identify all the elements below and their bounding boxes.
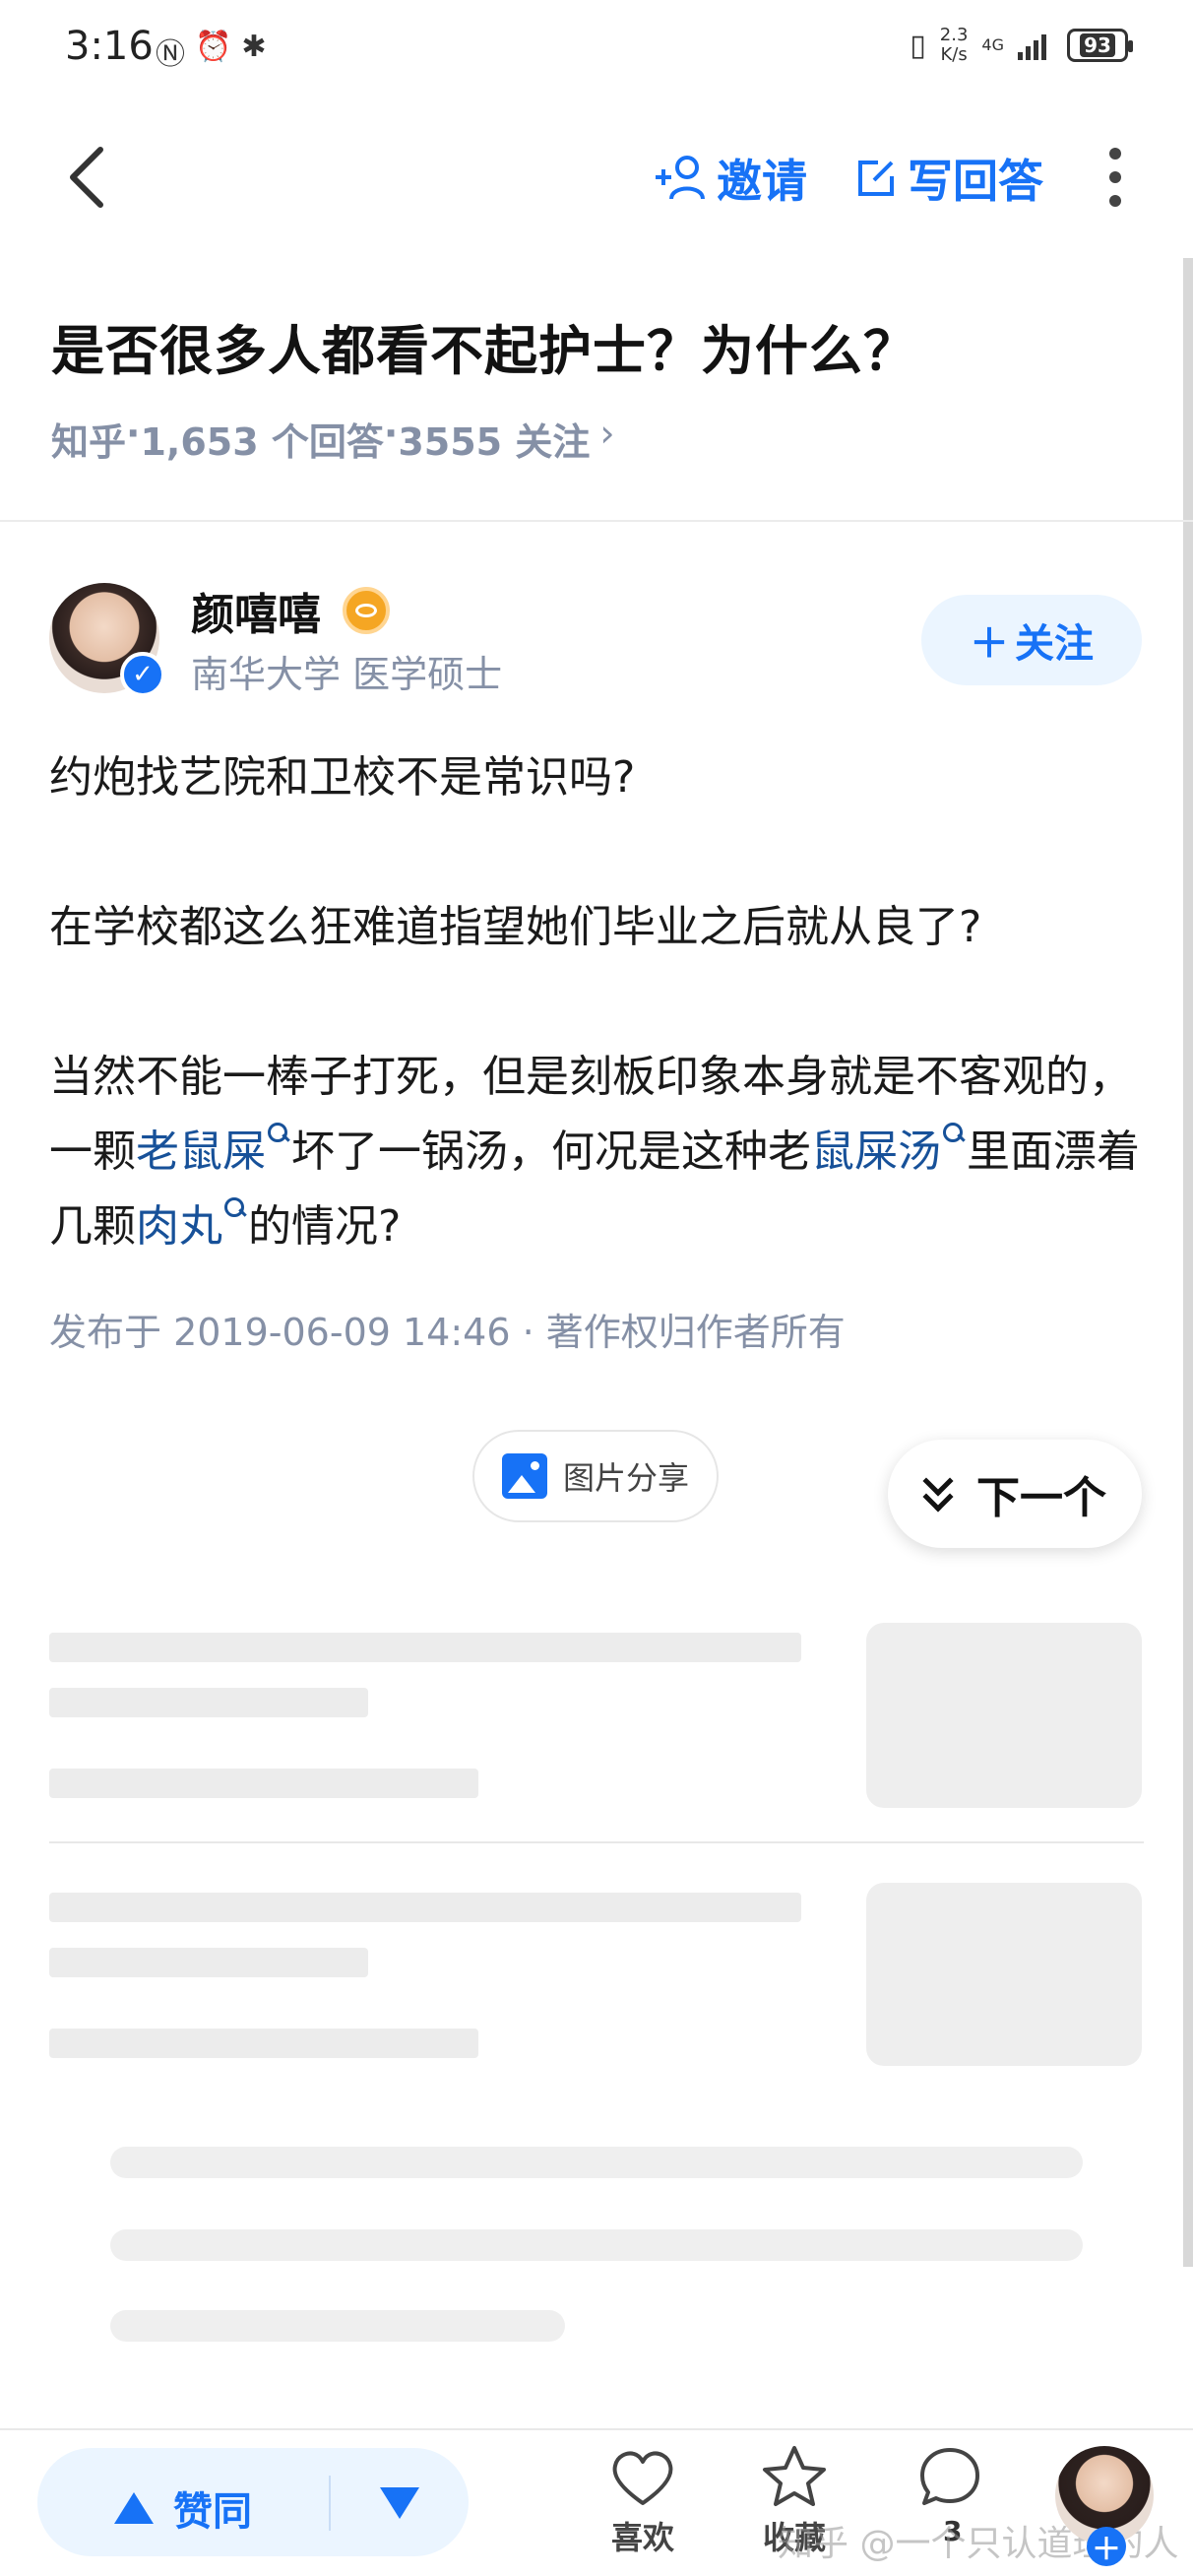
keyword-link[interactable]: 鼠屎汤 bbox=[811, 1127, 941, 1177]
answer-body: 约炮找艺院和卫校不是常识吗? 在学校都这么狂难道指望她们毕业之后就从良了? 当然… bbox=[49, 741, 1144, 1264]
answer-paragraph: 在学校都这么狂难道指望她们毕业之后就从良了? bbox=[49, 902, 982, 952]
question-title[interactable]: 是否很多人都看不起护士？为什么？ bbox=[51, 307, 917, 385]
signal-4g-label: 4G bbox=[981, 35, 1004, 54]
status-time: 3:16 bbox=[65, 24, 154, 69]
signal-icon bbox=[1018, 34, 1046, 60]
bottom-bar-divider bbox=[0, 2428, 1193, 2430]
vibrate-icon: ▯ bbox=[910, 28, 926, 63]
keyword-link[interactable]: 老鼠屎 bbox=[136, 1127, 266, 1177]
author-name[interactable]: 颜嘻嘻 bbox=[191, 579, 321, 642]
upvote-label: 赞同 bbox=[173, 2489, 252, 2535]
net-speed-value: 2.3 bbox=[939, 25, 969, 45]
like-button[interactable]: 喜欢 bbox=[589, 2442, 697, 2558]
skeleton-line bbox=[49, 1769, 478, 1798]
skeleton-line bbox=[49, 1688, 368, 1717]
publish-info: 发布于 2019-06-09 14:46 · 著作权归作者所有 bbox=[49, 1311, 846, 1354]
image-share-button[interactable]: 图片分享 bbox=[472, 1430, 719, 1522]
alarm-icon: ⏰ bbox=[195, 30, 232, 64]
follow-plus-icon[interactable]: ＋ bbox=[1087, 2527, 1126, 2567]
bluetooth-icon: ✱ bbox=[241, 30, 267, 64]
vote-group: 赞同 bbox=[37, 2448, 469, 2556]
search-icon bbox=[266, 1121, 291, 1150]
skeleton-line bbox=[49, 2029, 478, 2058]
net-speed: 2.3 K/s bbox=[940, 26, 969, 65]
follow-label: 关注 bbox=[1015, 621, 1094, 667]
back-arrow-icon[interactable] bbox=[49, 138, 128, 217]
answer-text: 的情况? bbox=[248, 1201, 402, 1252]
vote-separator bbox=[329, 2476, 331, 2531]
status-bar: 3:16 Ⓝ ⏰ ✱ ▯ 2.3 K/s 4G 93 bbox=[0, 0, 1193, 98]
skeleton-line bbox=[110, 2147, 1083, 2178]
battery-level: 93 bbox=[1080, 33, 1115, 57]
next-label: 下一个 bbox=[976, 1473, 1106, 1523]
status-left-icons: Ⓝ ⏰ ✱ bbox=[156, 30, 267, 73]
invite-button[interactable]: 邀请 bbox=[654, 146, 807, 211]
upvote-button[interactable]: 赞同 bbox=[114, 2479, 252, 2537]
image-icon bbox=[501, 1453, 547, 1499]
write-answer-label: 写回答 bbox=[908, 155, 1043, 208]
author-badge-icon bbox=[343, 587, 390, 634]
follower-count: 3555 关注 bbox=[398, 420, 591, 464]
skeleton-divider bbox=[49, 1841, 1144, 1843]
skeleton-line bbox=[49, 1948, 368, 1977]
comment-button[interactable] bbox=[896, 2442, 1004, 2513]
battery-icon: 93 bbox=[1067, 29, 1133, 62]
heart-icon bbox=[612, 2451, 673, 2505]
section-divider bbox=[0, 520, 1193, 522]
comment-icon bbox=[920, 2448, 979, 2505]
skeleton-line bbox=[110, 2229, 1083, 2261]
skeleton-thumbnail bbox=[866, 1883, 1142, 2066]
skeleton-thumbnail bbox=[866, 1623, 1142, 1808]
invite-label: 邀请 bbox=[717, 155, 807, 208]
plus-icon: ＋ bbox=[970, 621, 1009, 667]
answer-text: 坏了一锅汤，何况是这种老 bbox=[291, 1127, 811, 1177]
question-meta[interactable]: 知乎 · 1,653 个回答 · 3555 关注 › bbox=[51, 412, 615, 466]
like-label: 喜欢 bbox=[610, 2519, 674, 2556]
status-right-icons: ▯ 2.3 K/s 4G 93 bbox=[910, 26, 1133, 65]
skeleton-line bbox=[49, 1633, 801, 1662]
chevron-right-icon: › bbox=[599, 412, 615, 455]
star-icon bbox=[763, 2446, 826, 2506]
add-user-icon bbox=[656, 156, 705, 200]
skeleton-line bbox=[49, 1893, 801, 1922]
answer-count: 1,653 个回答 bbox=[140, 420, 384, 464]
meta-separator: · bbox=[126, 412, 141, 455]
author-description: 南华大学 医学硕士 bbox=[191, 653, 503, 696]
search-icon bbox=[222, 1195, 248, 1225]
verified-icon: ✓ bbox=[120, 652, 165, 697]
follow-button[interactable]: ＋ 关注 bbox=[921, 595, 1142, 685]
net-speed-unit: K/s bbox=[940, 44, 968, 65]
search-icon bbox=[941, 1121, 967, 1150]
upvote-triangle-icon bbox=[114, 2492, 154, 2524]
answer-paragraph: 约炮找艺院和卫校不是常识吗? bbox=[49, 752, 636, 803]
double-chevron-down-icon bbox=[922, 1465, 957, 1513]
meta-separator: · bbox=[383, 412, 399, 455]
nfc-icon: Ⓝ bbox=[156, 37, 185, 72]
answer-paragraph: 当然不能一棒子打死，但是刻板印象本身就是不客观的，一颗老鼠屎 坏了一锅汤，何况是这… bbox=[49, 1040, 1144, 1264]
skeleton-line bbox=[110, 2310, 565, 2342]
scrollbar[interactable] bbox=[1183, 258, 1193, 2267]
write-answer-button[interactable]: 写回答 bbox=[852, 146, 1043, 211]
image-share-label: 图片分享 bbox=[562, 1459, 689, 1497]
downvote-triangle-icon[interactable] bbox=[380, 2487, 419, 2519]
edit-icon bbox=[858, 161, 894, 196]
top-nav: 邀请 写回答 bbox=[0, 118, 1193, 236]
keyword-link[interactable]: 肉丸 bbox=[136, 1201, 222, 1252]
next-answer-button[interactable]: 下一个 bbox=[888, 1440, 1142, 1548]
question-source: 知乎 bbox=[51, 420, 127, 464]
more-options-icon[interactable] bbox=[1100, 148, 1130, 207]
